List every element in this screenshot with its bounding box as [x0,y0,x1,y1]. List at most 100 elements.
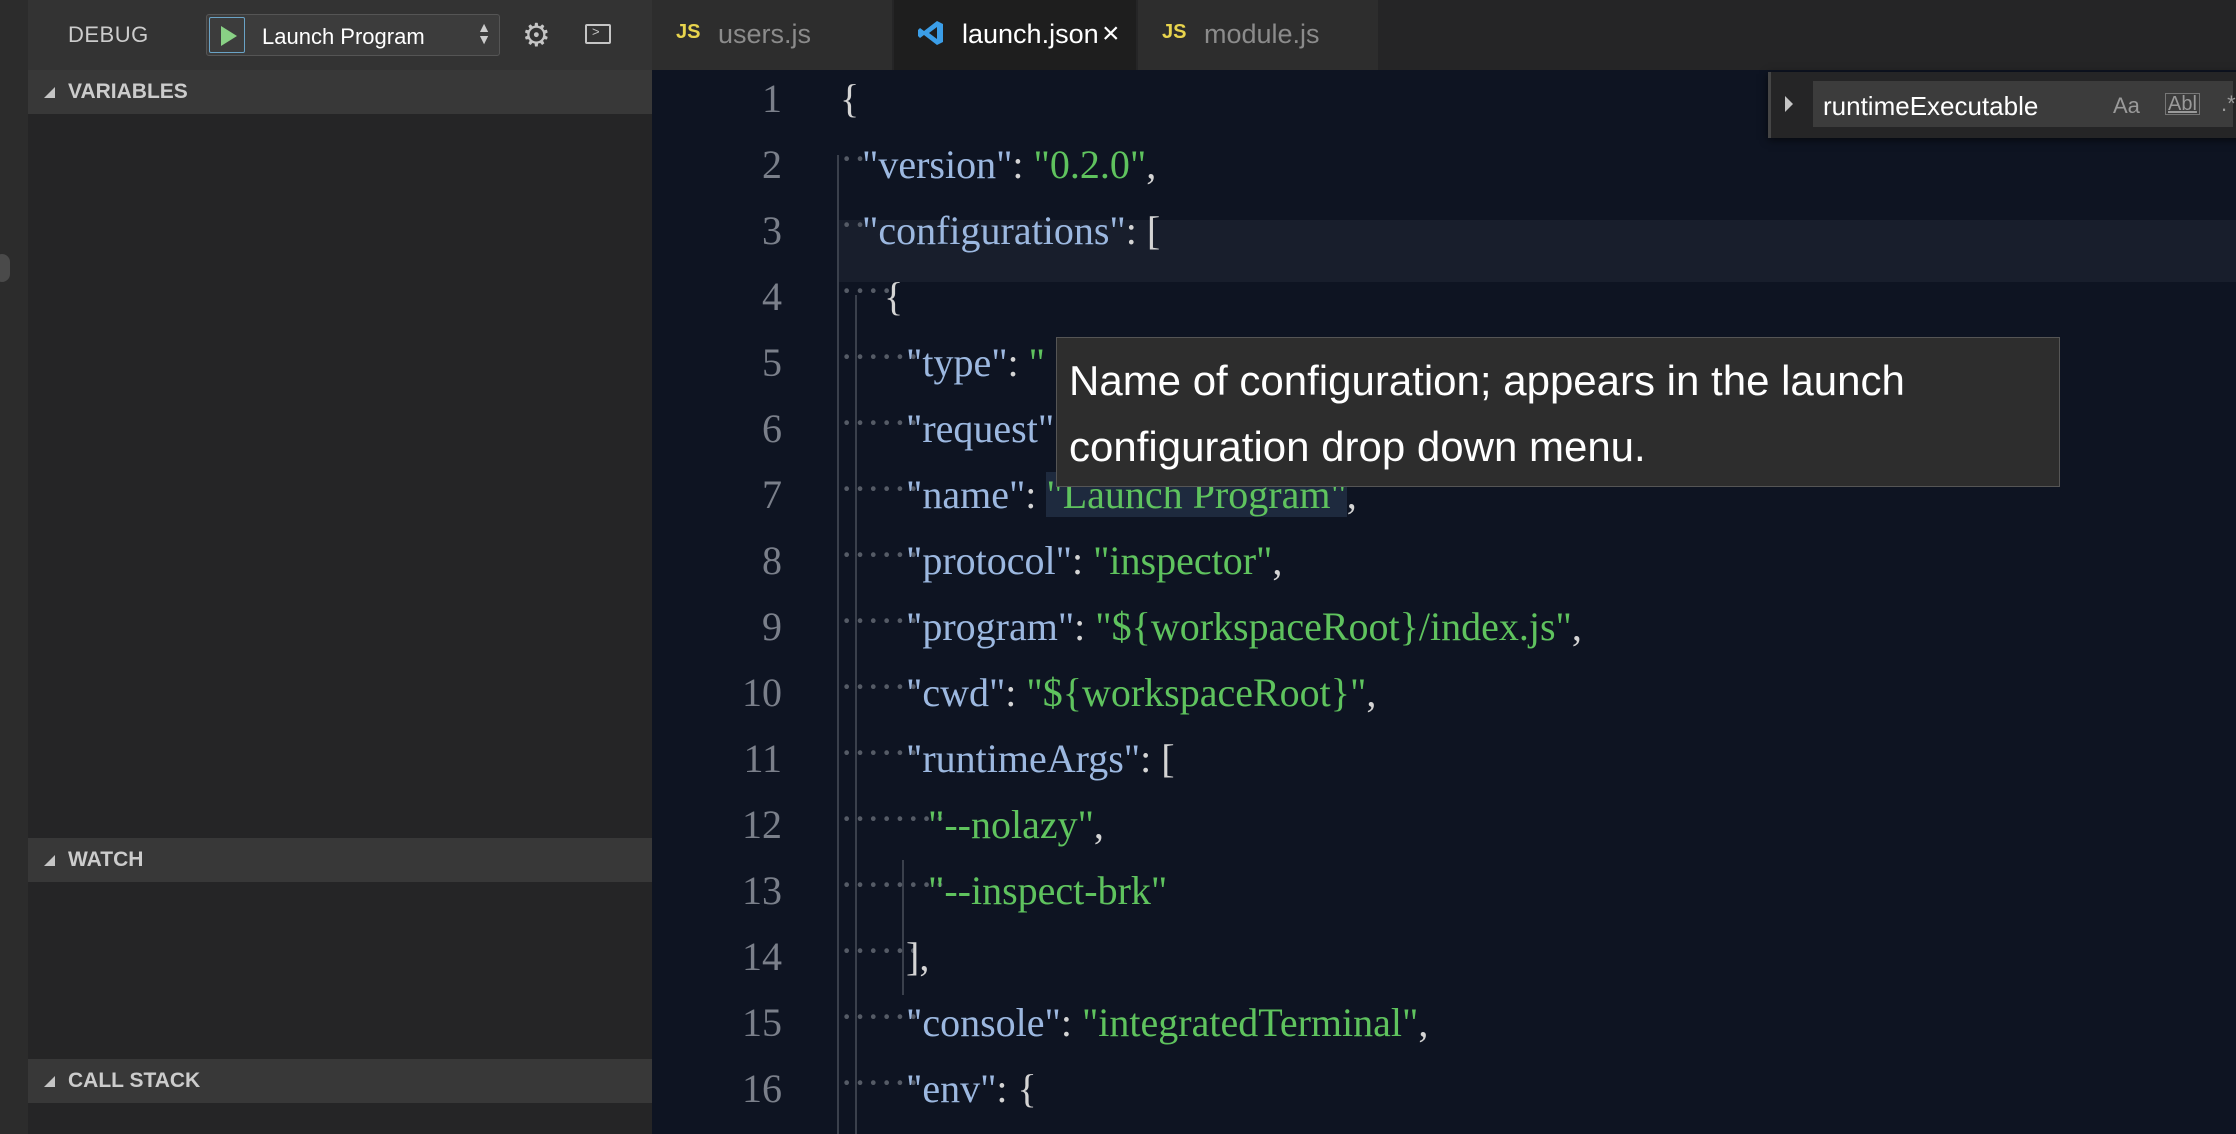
line-number: 16 [742,1066,782,1111]
regex-toggle[interactable]: .* [2221,91,2236,117]
json-string: "${workspaceRoot}" [1026,670,1367,715]
line-number: 13 [742,868,782,913]
punctuation: : [ [1125,208,1161,253]
debug-toolbar: DEBUG Launch Program ▲ ▼ ⚙ > [28,0,652,70]
json-string: "inspector" [1093,538,1273,583]
find-value: runtimeExecutable [1823,91,2039,121]
debug-title: DEBUG [68,22,149,47]
punctuation: , [1272,538,1283,583]
line-number: 8 [762,538,782,583]
json-string: "--nolazy" [928,802,1094,847]
code-line: 8 ······ "protocol": "inspector", [652,527,2236,593]
code-line: 9 ······ "program": "${workspaceRoot}/inde… [652,593,2236,659]
js-file-icon: JS [676,21,701,43]
code-line: 12 ········ "--nolazy", [652,791,2236,857]
gear-icon[interactable]: ⚙ [522,18,551,52]
code-text: ], [906,933,929,980]
line-number: 10 [742,670,782,715]
hover-tooltip: Name of configuration; appears in the la… [1056,337,2060,487]
json-key: "program" [906,604,1075,649]
line-number: 14 [742,934,782,979]
tab-module-js[interactable]: JS module.js [1138,0,1378,70]
section-label: CALL STACK [68,1069,201,1092]
punctuation: : [1025,472,1047,517]
play-icon [221,26,237,46]
code-text: { [840,75,859,122]
punctuation: : [1060,1000,1082,1045]
json-string: "${workspaceRoot}/index.js" [1095,604,1572,649]
punctuation: ], [906,934,930,979]
code-line: 15 ······ "console": "integratedTerminal", [652,989,2236,1055]
collapse-icon [44,87,55,98]
punctuation: : [1071,538,1094,583]
line-number: 12 [742,802,782,847]
line-number: 7 [762,472,782,517]
line-number: 3 [762,208,782,253]
section-label: VARIABLES [68,80,188,103]
match-case-toggle[interactable]: Aa [2113,93,2140,119]
punctuation: { [884,274,904,319]
tab-label: users.js [718,19,812,49]
code-text: "--nolazy", [928,801,1104,848]
debug-console-icon[interactable]: > [585,24,611,44]
json-string: "--inspect-brk" [928,868,1168,913]
code-line: 13 ········ "--inspect-brk" [652,857,2236,923]
code-text: "protocol": "inspector", [906,537,1282,584]
code-line: 14 ······], [652,923,2236,989]
json-string: " [1028,340,1045,385]
code-text: "program": "${workspaceRoot}/index.js", [906,603,1582,650]
code-line: 4 ····{ [652,263,2236,329]
json-key: "cwd" [906,670,1006,715]
code-line: 16 ······ "env": { [652,1055,2236,1121]
punctuation: { [840,76,860,121]
punctuation: : [1074,604,1096,649]
activity-bar [0,0,28,1134]
section-label: WATCH [68,848,144,871]
punctuation: , [1146,142,1157,187]
code-text: "env": { [906,1065,1037,1112]
collapse-icon [44,855,55,866]
code-text: "runtimeArgs": [ [906,735,1175,782]
punctuation: : [1012,142,1034,187]
punctuation: , [1571,604,1582,649]
section-variables[interactable]: VARIABLES [28,70,652,114]
line-number: 6 [762,406,782,451]
code-text: "cwd": "${workspaceRoot}", [906,669,1376,716]
json-key: "name" [906,472,1026,517]
code-editor[interactable]: 1 {2 ·· "version": "0.2.0", 3 ·· "configuratio… [652,70,2236,1134]
section-call-stack[interactable]: CALL STACK [28,1059,652,1103]
json-key: "console" [906,1000,1061,1045]
line-number: 5 [762,340,782,385]
whole-word-toggle[interactable]: Abl [2165,93,2200,115]
code-text: "version": "0.2.0", [862,141,1156,188]
close-icon[interactable]: × [1102,17,1120,51]
json-key: "version" [862,142,1013,187]
code-line: 10 ······ "cwd": "${workspaceRoot}", [652,659,2236,725]
json-key: "type" [906,340,1008,385]
start-debugging-button[interactable] [209,17,245,53]
launch-configuration-select[interactable]: Launch Program ▲ ▼ [206,14,500,56]
json-key: "runtimeArgs" [906,736,1141,781]
tab-users-js[interactable]: JS users.js [652,0,892,70]
code-text: "type": " [906,339,1045,386]
find-input[interactable]: runtimeExecutable Aa Abl .* [1813,81,2236,127]
punctuation: : { [996,1066,1037,1111]
tab-launch-json[interactable]: launch.json × [894,0,1136,70]
line-number: 2 [762,142,782,187]
toggle-replace-icon[interactable] [1785,96,1793,112]
code-line: 3 ·· "configurations": [ [652,197,2236,263]
select-arrows-icon: ▲ ▼ [477,19,491,47]
section-watch[interactable]: WATCH [28,838,652,882]
code-text: "configurations": [ [862,207,1160,254]
json-key: "env" [906,1066,997,1111]
configuration-label: Launch Program [262,24,425,49]
debug-sidebar: DEBUG Launch Program ▲ ▼ ⚙ > VARIABLES WA… [28,0,652,1134]
code-line: 11 ······ "runtimeArgs": [ [652,725,2236,791]
tab-label: module.js [1204,19,1320,49]
collapse-icon [44,1076,55,1087]
punctuation: , [1418,1000,1429,1045]
tab-label: launch.json [962,19,1099,49]
line-number: 4 [762,274,782,319]
code-text: "request" [906,405,1054,452]
line-number: 9 [762,604,782,649]
